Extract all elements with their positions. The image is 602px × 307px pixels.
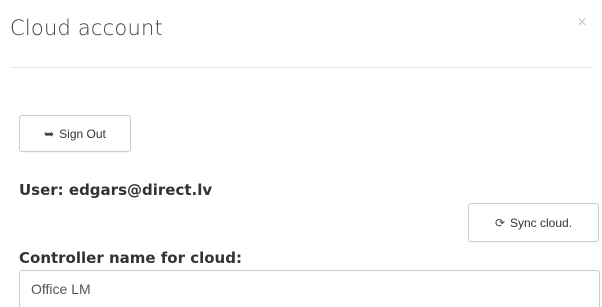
sync-cloud-button[interactable]: ⟳ Sync cloud. [468, 203, 599, 242]
sign-out-button[interactable]: ➥ Sign Out [19, 115, 131, 152]
controller-name-label: Controller name for cloud: [19, 249, 242, 267]
sync-cloud-label: Sync cloud. [510, 215, 573, 230]
cloud-account-dialog: Cloud account × ➥ Sign Out User: edgars@… [0, 0, 602, 307]
header-divider [10, 67, 592, 68]
close-icon[interactable]: × [572, 13, 592, 33]
sign-out-icon: ➥ [44, 126, 55, 141]
refresh-icon: ⟳ [494, 215, 505, 230]
controller-name-input[interactable] [19, 270, 600, 307]
user-email: User: edgars@direct.lv [19, 181, 213, 199]
sign-out-label: Sign Out [59, 126, 106, 141]
dialog-title: Cloud account [10, 16, 163, 40]
